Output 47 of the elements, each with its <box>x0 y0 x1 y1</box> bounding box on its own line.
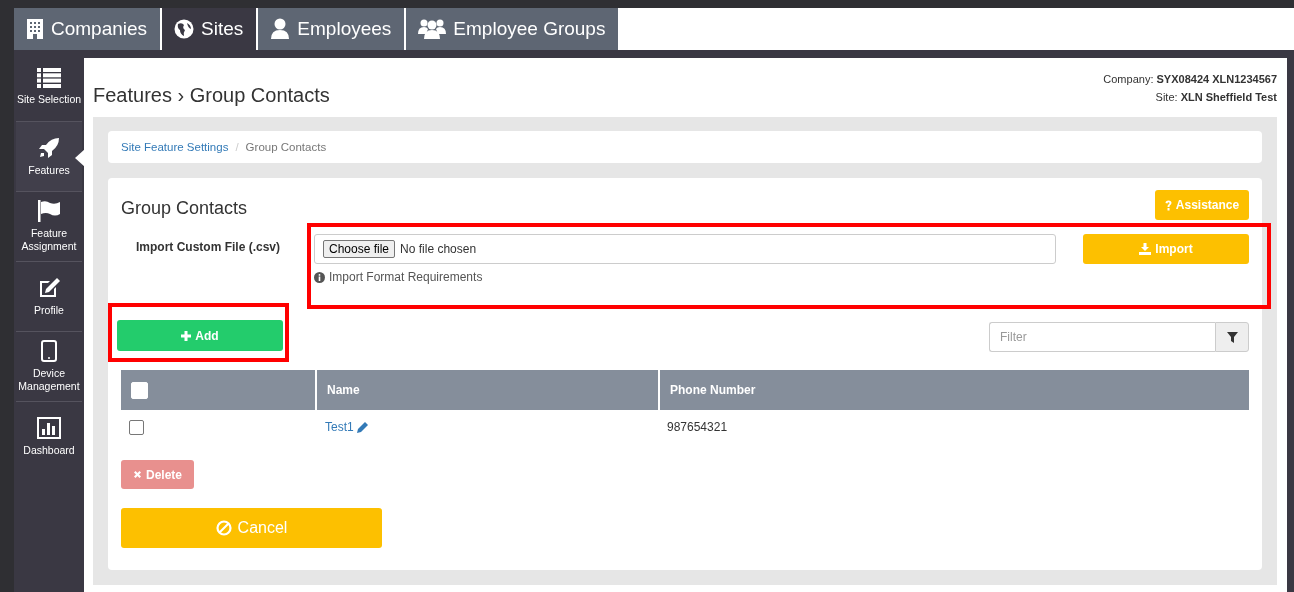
ban-icon <box>215 520 232 536</box>
import-label: Import Custom File (.csv) <box>135 239 282 256</box>
choose-file-button[interactable]: Choose file <box>323 240 396 258</box>
sidebar-item[interactable]: Dashboard <box>16 402 82 472</box>
building-icon <box>26 18 44 40</box>
sidebar-item[interactable]: Device Management <box>16 332 82 402</box>
sidebar-item[interactable]: Profile <box>16 262 82 332</box>
site-info: Site: XLN Sheffield Test <box>1154 90 1277 105</box>
breadcrumb-separator: / <box>235 141 239 153</box>
file-status: No file chosen <box>400 242 477 256</box>
contact-name-link[interactable]: Test1 <box>325 420 354 434</box>
question-icon <box>1164 199 1172 211</box>
bar-chart-icon <box>37 417 61 439</box>
table-cell: 987654321 <box>667 420 728 434</box>
file-input[interactable]: Choose file No file chosen <box>314 234 1056 264</box>
tablet-icon <box>41 340 57 362</box>
download-icon <box>1139 243 1152 255</box>
column-header: Name <box>327 383 360 397</box>
column-header: Phone Number <box>670 383 756 397</box>
info-icon <box>314 271 325 283</box>
breadcrumb-link[interactable]: Site Feature Settings <box>121 141 229 153</box>
edit-icon <box>37 276 61 299</box>
filter-button[interactable] <box>1215 322 1249 352</box>
nav-tab[interactable]: Companies <box>14 8 163 50</box>
user-icon <box>270 18 291 40</box>
plus-icon <box>181 330 192 341</box>
breadcrumb-current: Group Contacts <box>245 141 327 153</box>
company-info: Company: SYX08424 XLN1234567 <box>1103 72 1277 87</box>
globe-icon <box>174 19 195 39</box>
select-all-checkbox[interactable] <box>131 381 148 399</box>
pencil-icon <box>356 421 368 433</box>
sidebar-item[interactable]: Features <box>16 122 82 192</box>
section-title: Group Contacts <box>121 197 248 219</box>
filter-icon <box>1226 331 1238 343</box>
format-requirements-link[interactable]: Import Format Requirements <box>329 270 483 284</box>
page-title: Features › Group Contacts <box>93 84 330 108</box>
close-icon <box>133 470 142 479</box>
list-icon <box>37 67 61 88</box>
nav-tab[interactable]: Employee Groups <box>406 8 621 50</box>
nav-tab[interactable]: Sites <box>162 8 259 50</box>
rocket-icon <box>38 136 60 159</box>
nav-tab[interactable]: Employees <box>258 8 407 50</box>
users-icon <box>418 18 447 40</box>
filter-field[interactable]: Filter <box>989 322 1215 352</box>
flag-icon <box>37 200 61 222</box>
sidebar-item[interactable]: Feature Assignment <box>16 192 82 262</box>
row-checkbox[interactable] <box>129 419 144 435</box>
